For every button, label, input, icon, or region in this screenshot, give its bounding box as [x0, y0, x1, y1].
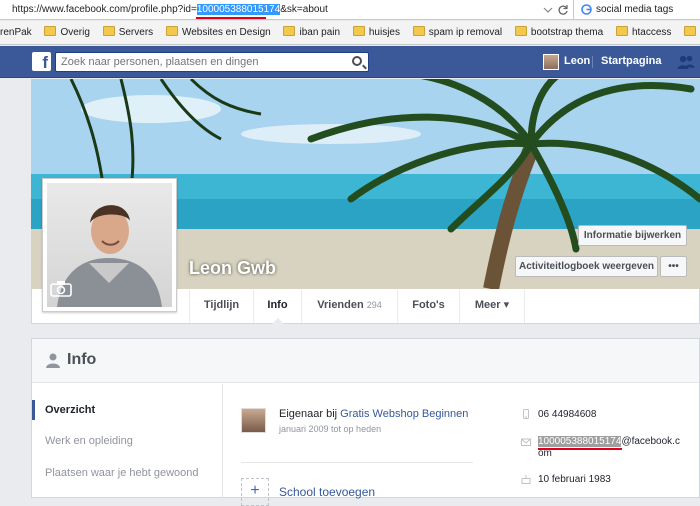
url-selected-id: 100005388015174 — [196, 4, 281, 15]
tab-timeline[interactable]: Tijdlijn — [189, 290, 253, 323]
search-icon[interactable] — [352, 56, 362, 66]
bookmark-item[interactable]: spam ip removal — [412, 21, 502, 44]
user-name-link[interactable]: Leon — [564, 55, 590, 67]
bookmark-item[interactable]: huisjes — [352, 21, 400, 44]
activity-log-button[interactable]: Activiteitlogboek weergeven — [515, 256, 658, 277]
birthday-icon — [521, 475, 531, 484]
home-link[interactable]: Startpagina — [601, 55, 662, 67]
bookmark-item[interactable]: renPak — [0, 21, 32, 44]
tab-friends[interactable]: Vrienden 294 — [301, 290, 397, 323]
address-bar[interactable]: https://www.facebook.com/profile.php?id=… — [0, 0, 574, 20]
reload-icon[interactable] — [557, 4, 569, 16]
facebook-logo[interactable]: f — [32, 52, 51, 72]
browser-search-box[interactable]: social media tags — [576, 0, 700, 20]
camera-icon[interactable] — [50, 280, 72, 297]
folder-icon — [44, 26, 57, 36]
work-entry: Eigenaar bij Gratis Webshop Beginnen — [279, 408, 469, 420]
bookmark-item[interactable]: Overig — [44, 21, 90, 44]
more-options-button[interactable]: ••• — [660, 256, 687, 277]
person-icon — [46, 353, 60, 368]
tab-photos[interactable]: Foto's — [397, 290, 459, 323]
browser-search-value: social media tags — [596, 4, 674, 15]
phone-icon — [523, 409, 529, 419]
email-highlighted-id: 100005388015174 — [538, 436, 622, 447]
info-nav: Overzicht Werk en opleiding Plaatsen waa… — [32, 384, 223, 499]
folder-icon — [615, 26, 628, 36]
tab-info[interactable]: Info — [253, 290, 301, 324]
company-link[interactable]: Gratis Webshop Beginnen — [340, 408, 468, 420]
bookmark-item[interactable]: advertentiesites — [684, 21, 700, 44]
facebook-search — [55, 52, 369, 72]
bookmark-item[interactable]: htaccess — [615, 21, 671, 44]
email-annotation-underline — [538, 448, 622, 450]
google-icon — [581, 3, 592, 22]
left-gutter — [0, 79, 31, 494]
bookmark-item[interactable]: iban pain — [283, 21, 340, 44]
profile-name[interactable]: Leon Gwb — [189, 258, 276, 279]
facebook-top-bar: f Leon Startpagina — [0, 46, 700, 78]
birthday: 10 februari 1983 — [538, 474, 611, 485]
folder-icon — [102, 26, 115, 36]
friend-count: 294 — [366, 300, 382, 310]
work-period: januari 2009 tot op heden — [279, 424, 382, 434]
folder-icon — [283, 26, 296, 36]
friend-requests-icon[interactable] — [677, 54, 695, 70]
facebook-search-input[interactable] — [56, 53, 346, 71]
folder-icon — [352, 26, 365, 36]
bookmark-item[interactable]: Servers — [102, 21, 153, 44]
phone-number: 06 44984608 — [538, 409, 597, 420]
bookmark-item[interactable]: bootstrap thema — [514, 21, 603, 44]
browser-toolbar: https://www.facebook.com/profile.php?id=… — [0, 0, 700, 20]
folder-icon — [412, 26, 425, 36]
add-school-link[interactable]: School toevoegen — [279, 485, 375, 499]
company-thumbnail[interactable] — [241, 408, 266, 433]
nav-work-education[interactable]: Werk en opleiding — [32, 435, 222, 447]
bookmark-item[interactable]: Websites en Design — [165, 21, 271, 44]
url-prefix: https://www.facebook.com/profile.php?id= — [12, 4, 197, 15]
info-header: Info — [32, 339, 699, 383]
nav-places-lived[interactable]: Plaatsen waar je hebt gewoond — [32, 467, 222, 479]
folder-icon — [165, 26, 178, 36]
url-annotation-underline — [196, 17, 266, 19]
update-info-button[interactable]: Informatie bijwerken — [578, 225, 687, 246]
info-title: Info — [67, 351, 97, 368]
dropdown-arrow-icon[interactable] — [543, 5, 553, 15]
mail-icon — [521, 438, 531, 446]
bookmarks-bar: renPak Overig Servers Websites en Design… — [0, 21, 700, 45]
user-avatar[interactable] — [543, 54, 559, 70]
url-suffix: &sk=about — [280, 4, 328, 15]
section-divider — [241, 462, 473, 463]
add-school-button[interactable]: + — [241, 478, 269, 506]
nav-overview[interactable]: Overzicht — [32, 400, 222, 420]
folder-icon — [684, 26, 697, 36]
folder-icon — [514, 26, 527, 36]
url-controls — [540, 2, 570, 18]
nav-divider — [592, 56, 593, 68]
tab-more[interactable]: Meer ▾ — [459, 290, 525, 323]
